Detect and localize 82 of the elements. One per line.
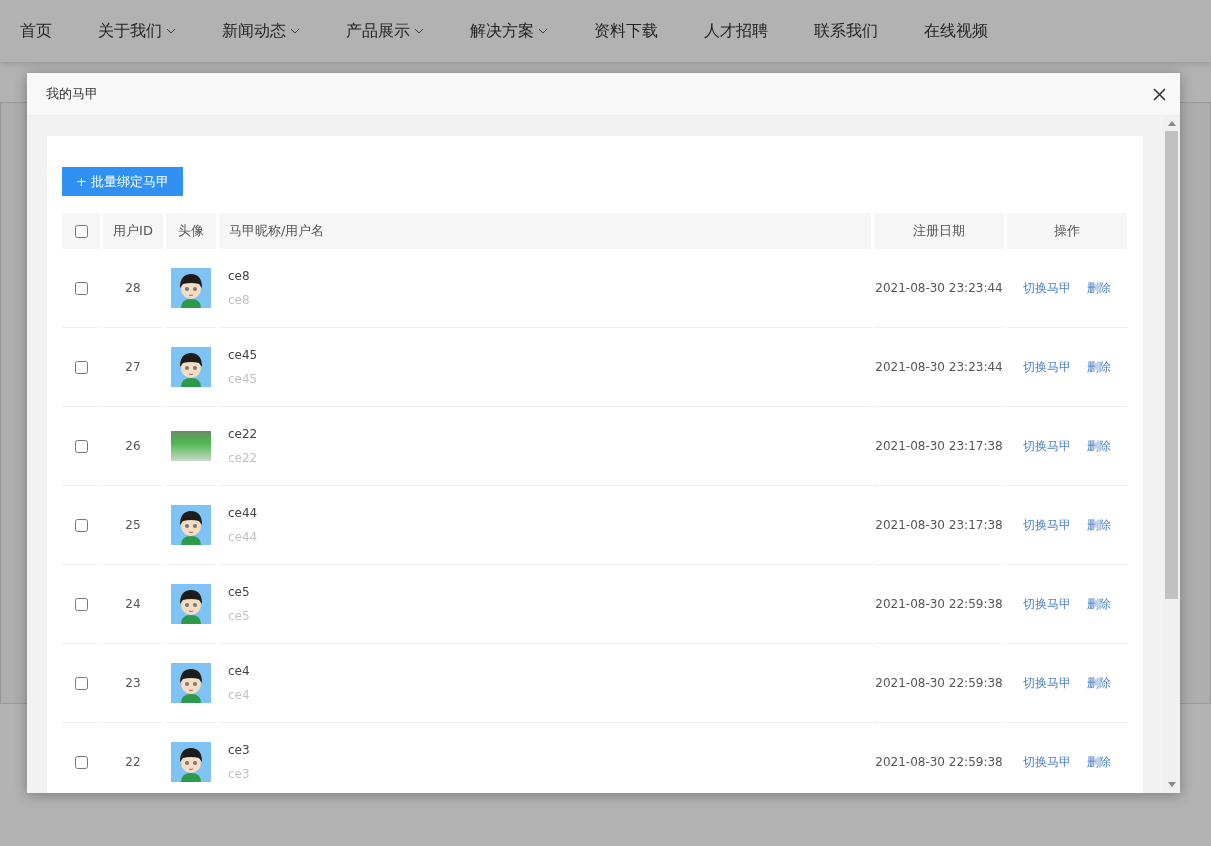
chevron-down-icon: [290, 28, 300, 34]
close-icon: [1153, 87, 1166, 101]
column-header: 注册日期: [874, 213, 1004, 249]
action-link[interactable]: 切换马甲: [1023, 516, 1071, 534]
dialog-title: 我的马甲: [46, 85, 98, 103]
nav-link[interactable]: 在线视频: [924, 20, 988, 42]
avatar-icon: [171, 268, 211, 308]
nav-link[interactable]: 解决方案: [470, 20, 548, 42]
nickname: ce3: [228, 743, 250, 757]
username: ce44: [228, 530, 258, 544]
action-link[interactable]: 删除: [1087, 516, 1111, 534]
avatar-icon: [171, 584, 211, 624]
user-id: 24: [125, 597, 141, 611]
action-link[interactable]: 删除: [1087, 358, 1111, 376]
nickname: ce22: [228, 427, 258, 441]
action-link[interactable]: 切换马甲: [1023, 358, 1071, 376]
user-id: 26: [125, 439, 141, 453]
register-date: 2021-08-30 22:59:38: [875, 676, 1003, 690]
row-checkbox[interactable]: [74, 676, 88, 690]
action-link[interactable]: 删除: [1087, 279, 1111, 297]
column-header: 马甲昵称/用户名: [219, 213, 871, 249]
bind-button[interactable]: + 批量绑定马甲: [62, 167, 184, 196]
user-id: 23: [125, 676, 141, 690]
chevron-down-icon: [166, 28, 176, 34]
user-id: 25: [125, 518, 141, 532]
nav-link[interactable]: 联系我们: [814, 20, 878, 42]
chevron-down-icon: [538, 28, 548, 34]
action-link[interactable]: 切换马甲: [1023, 753, 1071, 771]
row-checkbox[interactable]: [74, 518, 88, 532]
nickname: ce5: [228, 585, 250, 599]
nickname: ce44: [228, 506, 258, 520]
nickname: ce45: [228, 348, 258, 362]
nav-link[interactable]: 关于我们: [98, 20, 176, 42]
avatar-icon: [171, 347, 211, 387]
user-id: 27: [125, 360, 141, 374]
column-header: 用户ID: [103, 213, 163, 249]
action-link[interactable]: 删除: [1087, 437, 1111, 455]
column-header: 操作: [1007, 213, 1127, 249]
nickname: ce8: [228, 269, 250, 283]
register-date: 2021-08-30 23:23:44: [875, 360, 1003, 374]
register-date: 2021-08-30 23:23:44: [875, 281, 1003, 295]
nav-link[interactable]: 新闻动态: [222, 20, 300, 42]
avatar-icon: [171, 742, 211, 782]
row-checkbox[interactable]: [74, 360, 88, 374]
user-id: 22: [125, 755, 141, 769]
scrollbar-thumb[interactable]: [1165, 131, 1178, 599]
username: ce45: [228, 372, 258, 386]
row-checkbox[interactable]: [74, 439, 88, 453]
scrollbar[interactable]: [1163, 116, 1180, 793]
nickname: ce4: [228, 664, 250, 678]
username: ce5: [228, 609, 250, 623]
row-checkbox[interactable]: [74, 755, 88, 769]
nav-link[interactable]: 产品展示: [346, 20, 424, 42]
action-link[interactable]: 删除: [1087, 753, 1111, 771]
row-checkbox[interactable]: [74, 281, 88, 295]
user-id: 28: [125, 281, 141, 295]
username: ce22: [228, 451, 258, 465]
register-date: 2021-08-30 22:59:38: [875, 597, 1003, 611]
avatar-icon: [171, 663, 211, 703]
select-all-checkbox[interactable]: [74, 224, 88, 238]
avatar-icon: [171, 505, 211, 545]
column-header: 头像: [166, 213, 216, 249]
scroll-down-icon[interactable]: [1167, 782, 1176, 788]
chevron-down-icon: [414, 28, 424, 34]
row-checkbox[interactable]: [74, 597, 88, 611]
register-date: 2021-08-30 23:17:38: [875, 439, 1003, 453]
nav-link[interactable]: 人才招聘: [704, 20, 768, 42]
nav-link[interactable]: 首页: [20, 20, 52, 42]
action-link[interactable]: 切换马甲: [1023, 279, 1071, 297]
photo-placeholder: [171, 431, 211, 461]
action-link[interactable]: 切换马甲: [1023, 674, 1071, 692]
username: ce8: [228, 293, 250, 307]
action-link[interactable]: 切换马甲: [1023, 437, 1071, 455]
register-date: 2021-08-30 22:59:38: [875, 755, 1003, 769]
register-date: 2021-08-30 23:17:38: [875, 518, 1003, 532]
nav-link[interactable]: 资料下载: [594, 20, 658, 42]
action-link[interactable]: 删除: [1087, 595, 1111, 613]
username: ce4: [228, 688, 250, 702]
action-link[interactable]: 切换马甲: [1023, 595, 1071, 613]
action-link[interactable]: 删除: [1087, 674, 1111, 692]
username: ce3: [228, 767, 250, 781]
scroll-up-icon[interactable]: [1167, 121, 1176, 127]
